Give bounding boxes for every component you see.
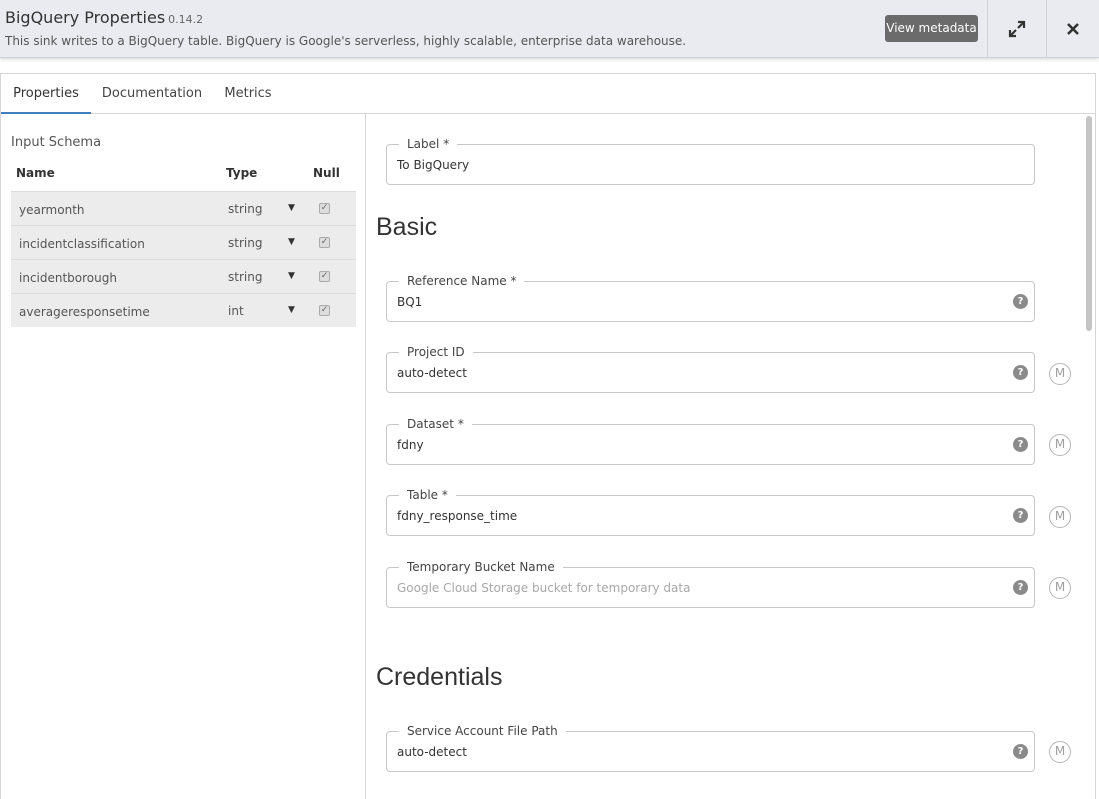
schema-row: incidentclassification string ▼ ✓ [11,225,356,259]
nullable-checkbox[interactable]: ✓ [319,237,330,248]
plugin-version: 0.14.2 [168,13,204,26]
scrollbar-thumb[interactable] [1086,116,1092,331]
help-icon[interactable]: ? [1013,294,1028,309]
project-id-legend: Project ID [399,345,473,359]
label-input[interactable] [397,158,997,172]
schema-row: averageresponsetime int ▼ ✓ [11,293,356,327]
dataset-input[interactable] [397,438,997,452]
help-icon[interactable]: ? [1013,508,1028,523]
view-metadata-button[interactable]: View metadata [885,15,978,42]
project-id-input[interactable] [397,366,997,380]
help-icon[interactable]: ? [1013,365,1028,380]
plugin-description: This sink writes to a BigQuery table. Bi… [5,34,685,48]
schema-table-body: yearmonth string ▼ ✓ incidentclassificat… [11,191,356,327]
tab-documentation[interactable]: Documentation [91,74,213,114]
nullable-checkbox[interactable]: ✓ [319,271,330,282]
properties-form: Label * Basic Reference Name * ? Project… [366,114,1095,799]
field-type-select[interactable]: string [228,236,262,250]
service-account-legend: Service Account File Path [399,724,566,738]
caret-down-icon[interactable]: ▼ [288,305,295,315]
section-heading-credentials: Credentials [376,663,503,691]
field-name: averageresponsetime [19,305,150,319]
schema-row: yearmonth string ▼ ✓ [11,191,356,225]
field-type-select[interactable]: int [228,304,244,318]
schema-col-name: Name [16,166,55,180]
reference-name-input[interactable] [397,295,997,309]
table-input[interactable] [397,509,997,523]
expand-button[interactable] [988,0,1046,57]
macro-icon[interactable]: M [1049,363,1071,385]
dataset-field: Dataset * ? [386,417,1035,465]
reference-name-legend: Reference Name * [399,274,525,288]
tab-metrics[interactable]: Metrics [213,74,283,114]
properties-panel: Properties Documentation Metrics Input S… [0,73,1096,799]
label-field: Label * [386,137,1035,185]
temp-bucket-input[interactable] [397,581,997,595]
field-name: incidentclassification [19,237,145,251]
macro-icon[interactable]: M [1049,577,1071,599]
macro-icon[interactable]: M [1049,434,1071,456]
close-button[interactable] [1047,0,1099,57]
project-id-field: Project ID ? [386,345,1035,393]
help-icon[interactable]: ? [1013,744,1028,759]
caret-down-icon[interactable]: ▼ [288,237,295,247]
schema-table-header: Name Type Null [11,166,356,192]
schema-col-type: Type [226,166,258,180]
tab-bar: Properties Documentation Metrics [1,74,1095,114]
close-icon [1067,22,1079,35]
temp-bucket-field: Temporary Bucket Name ? [386,560,1035,608]
temp-bucket-legend: Temporary Bucket Name [399,560,563,574]
field-name: incidentborough [19,271,117,285]
caret-down-icon[interactable]: ▼ [288,203,295,213]
schema-col-null: Null [313,166,340,180]
service-account-field: Service Account File Path ? [386,724,1035,772]
field-type-select[interactable]: string [228,202,262,216]
table-legend: Table * [399,488,456,502]
table-field: Table * ? [386,488,1035,536]
nullable-checkbox[interactable]: ✓ [319,203,330,214]
caret-down-icon[interactable]: ▼ [288,271,295,281]
input-schema-panel: Input Schema Name Type Null yearmonth st… [1,114,366,799]
plugin-title: BigQuery Properties 0.14.2 [5,8,204,27]
schema-row: incidentborough string ▼ ✓ [11,259,356,293]
field-name: yearmonth [19,203,85,217]
macro-icon[interactable]: M [1049,741,1071,763]
schema-title: Input Schema [11,135,102,150]
macro-icon[interactable]: M [1049,506,1071,528]
help-icon[interactable]: ? [1013,437,1028,452]
nullable-checkbox[interactable]: ✓ [319,305,330,316]
reference-name-field: Reference Name * ? [386,274,1035,322]
section-heading-basic: Basic [376,213,438,241]
label-field-legend: Label * [399,137,458,151]
tab-properties[interactable]: Properties [1,74,91,114]
expand-icon [1008,20,1026,37]
service-account-input[interactable] [397,745,997,759]
help-icon[interactable]: ? [1013,580,1028,595]
field-type-select[interactable]: string [228,270,262,284]
header-bar: BigQuery Properties 0.14.2 This sink writ… [0,0,1099,58]
dataset-legend: Dataset * [399,417,472,431]
